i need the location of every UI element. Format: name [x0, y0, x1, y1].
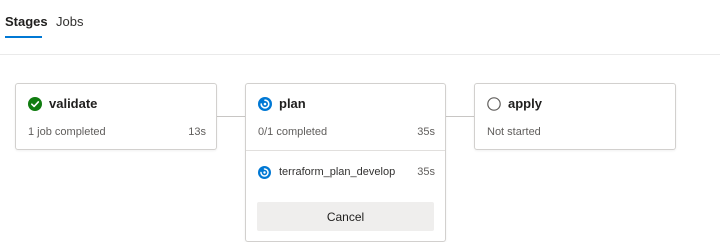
not-started-circle-icon [487, 96, 501, 111]
job-name: terraform_plan_develop [279, 166, 396, 178]
stage-card-validate[interactable]: validate 1 job completed 13s [15, 83, 217, 150]
running-progress-icon [258, 165, 271, 179]
stage-summary: 1 job completed [28, 126, 106, 138]
tab-stages[interactable]: Stages [5, 14, 48, 29]
stage-header: apply [487, 96, 542, 111]
active-tab-indicator [5, 36, 42, 38]
tab-jobs[interactable]: Jobs [56, 14, 83, 29]
stage-connector [216, 116, 245, 117]
stage-header: validate [28, 96, 97, 111]
running-progress-icon [258, 96, 272, 111]
stage-name: plan [279, 96, 306, 111]
job-duration: 35s [417, 166, 435, 178]
stage-card-plan[interactable]: plan 0/1 completed 35s terraform_plan_de… [245, 83, 446, 242]
job-row[interactable]: terraform_plan_develop 35s [258, 164, 435, 180]
stage-duration: 35s [417, 126, 435, 138]
success-check-icon [28, 96, 42, 111]
stage-summary: Not started [487, 126, 541, 138]
stage-name: apply [508, 96, 542, 111]
tab-bar: Stages Jobs [0, 0, 720, 55]
stage-name: validate [49, 96, 98, 111]
stage-duration: 13s [188, 126, 206, 138]
stage-header: plan [258, 96, 306, 111]
stage-card-apply[interactable]: apply Not started [474, 83, 676, 150]
stage-connector [445, 116, 474, 117]
cancel-button[interactable]: Cancel [257, 202, 434, 231]
stage-summary: 0/1 completed [258, 126, 328, 138]
card-divider [246, 150, 445, 151]
